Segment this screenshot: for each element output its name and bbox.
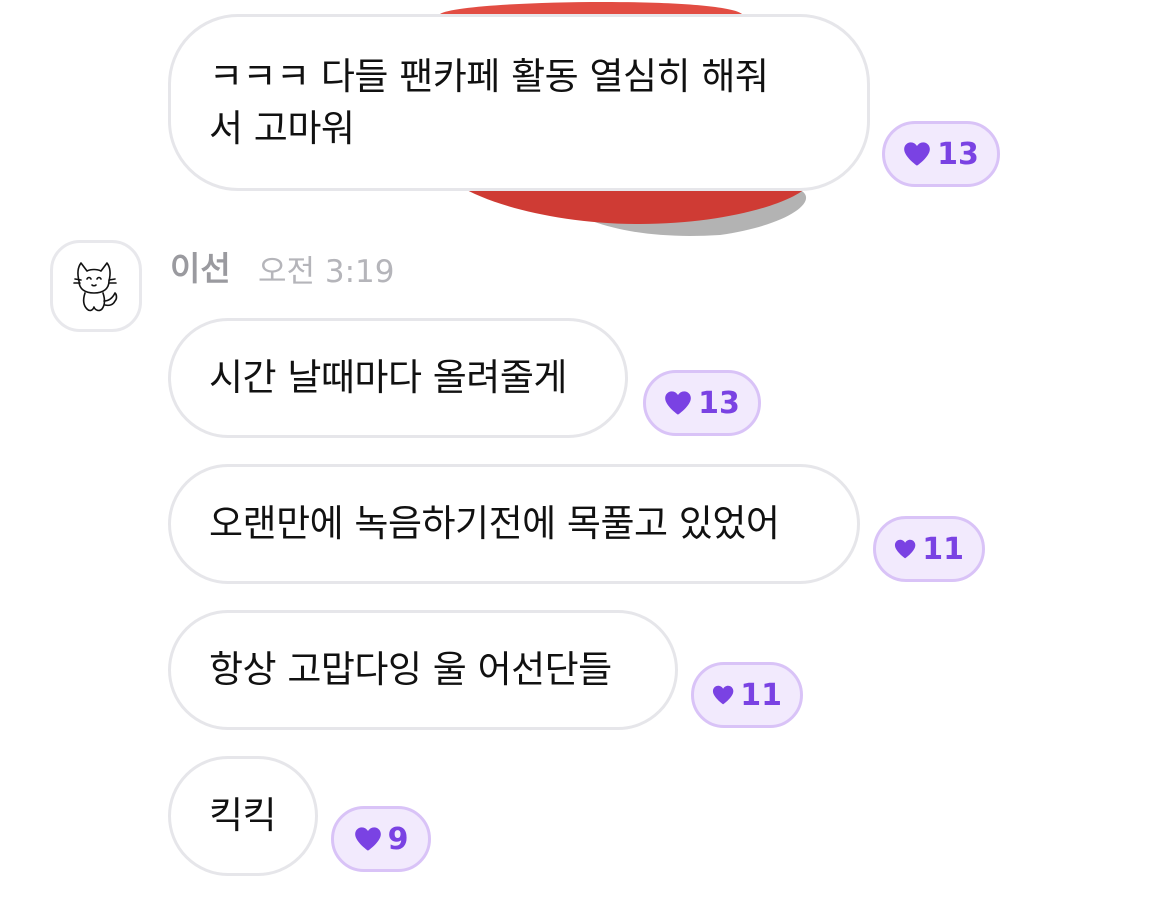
message-text: 킥킥 [209,794,277,837]
message-bubble[interactable]: 오랜만에 녹음하기전에 목풀고 있었어 [168,464,860,584]
message-text: 항상 고맙다잉 울 어선단들 [209,648,612,691]
message-line-1: ㅋㅋㅋ 다들 팬카페 활동 열심히 해줘 [209,55,769,98]
message-text: 오랜만에 녹음하기전에 목풀고 있었어 [209,502,780,545]
sender-name[interactable]: 이선 [170,242,231,290]
like-count: 13 [698,385,740,421]
like-badge[interactable]: 11 [873,516,985,582]
like-count: 11 [922,531,964,567]
message-line-2: 서 고마워 [209,107,355,150]
like-count: 9 [387,821,409,857]
sticker-top-shape [440,1,742,14]
message-bubble[interactable]: 시간 날때마다 올려줄게 [168,318,628,438]
message-timestamp: 오전 3:19 [258,254,395,290]
message-bubble[interactable]: 킥킥 [168,756,318,876]
message-text: ㅋㅋㅋ 다들 팬카페 활동 열심히 해줘 서 고마워 [209,51,769,155]
like-badge[interactable]: 13 [882,121,1000,187]
heart-icon [712,685,734,705]
message-bubble-prev[interactable]: ㅋㅋㅋ 다들 팬카페 활동 열심히 해줘 서 고마워 [168,14,870,191]
like-badge[interactable]: 11 [691,662,803,728]
like-count: 11 [740,677,782,713]
heart-icon [894,539,916,559]
message-bubble[interactable]: 항상 고맙다잉 울 어선단들 [168,610,678,730]
heart-icon [904,142,930,166]
like-badge[interactable]: 13 [643,370,761,436]
like-count: 13 [937,136,979,172]
heart-icon [665,391,691,415]
cat-doodle-avatar [73,262,118,312]
avatar[interactable] [50,240,142,332]
like-badge[interactable]: 9 [331,806,431,872]
message-text: 시간 날때마다 올려줄게 [209,356,567,399]
heart-icon [354,827,381,851]
